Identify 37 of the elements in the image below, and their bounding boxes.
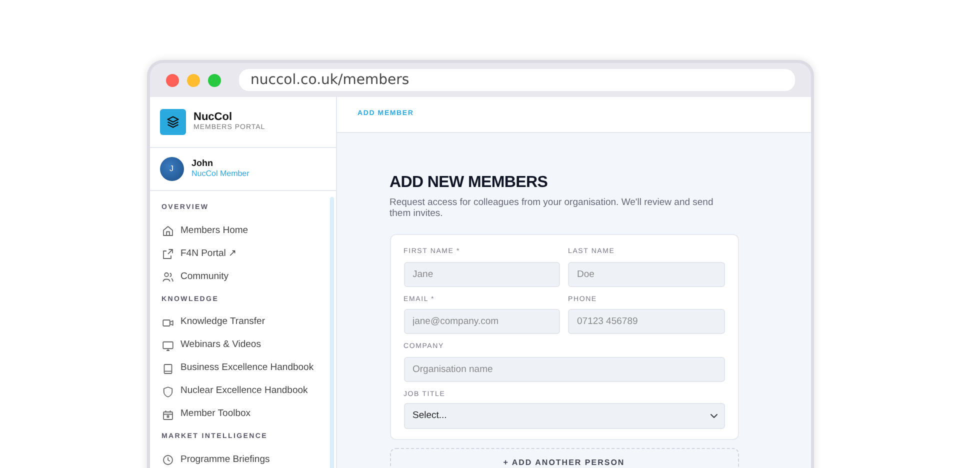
clock-icon <box>162 454 174 466</box>
user-role: NucCol Member <box>192 168 250 180</box>
add-person-button[interactable]: + ADD ANOTHER PERSON <box>390 448 738 468</box>
nav-link[interactable]: Business Excellence Handbook <box>162 357 314 380</box>
nav-link[interactable]: Member Toolbox <box>162 403 251 426</box>
address-bar[interactable]: nuccol.co.uk/members <box>238 69 794 91</box>
input-field[interactable]: 07123 456789 <box>568 309 724 334</box>
book-icon <box>162 362 174 374</box>
user-name: John <box>192 158 214 168</box>
select-field[interactable]: Select... <box>404 403 724 430</box>
user-avatar[interactable]: J <box>160 157 184 181</box>
input-field[interactable]: Jane <box>404 262 560 287</box>
nav-link[interactable]: Programme Briefings <box>162 448 270 468</box>
nav-link[interactable]: F4N Portal ↗ <box>162 242 237 266</box>
shield-icon <box>162 386 174 398</box>
people-icon <box>162 271 174 283</box>
brand-name: NucCol <box>194 110 233 123</box>
toolbox-icon <box>162 408 174 420</box>
intro-text: Request access for colleagues from your organisation. We'll review and send them invites. <box>390 198 714 220</box>
monitor-icon <box>162 340 174 352</box>
scrollbar[interactable] <box>330 197 334 468</box>
close-dot[interactable] <box>166 74 178 86</box>
nav-link[interactable]: Webinars & Videos <box>162 334 261 357</box>
video-icon <box>162 316 174 328</box>
nav-link[interactable]: Nuclear Excellence Handbook <box>162 380 308 403</box>
nav-link[interactable]: Community <box>162 266 229 288</box>
minimize-dot[interactable] <box>186 74 200 86</box>
house-icon <box>162 225 174 237</box>
maximize-dot[interactable] <box>208 74 220 86</box>
input-field[interactable]: Organisation name <box>404 356 724 382</box>
page-title: ADD NEW MEMBERS <box>390 173 549 192</box>
input-field[interactable]: Doe <box>568 262 724 287</box>
layers-logo-icon <box>160 109 186 135</box>
nav-link[interactable]: Members Home <box>162 220 248 242</box>
external-link-icon <box>162 248 174 260</box>
input-field[interactable]: jane@company.com <box>404 309 560 334</box>
nav-link[interactable]: Knowledge Transfer <box>162 311 265 334</box>
